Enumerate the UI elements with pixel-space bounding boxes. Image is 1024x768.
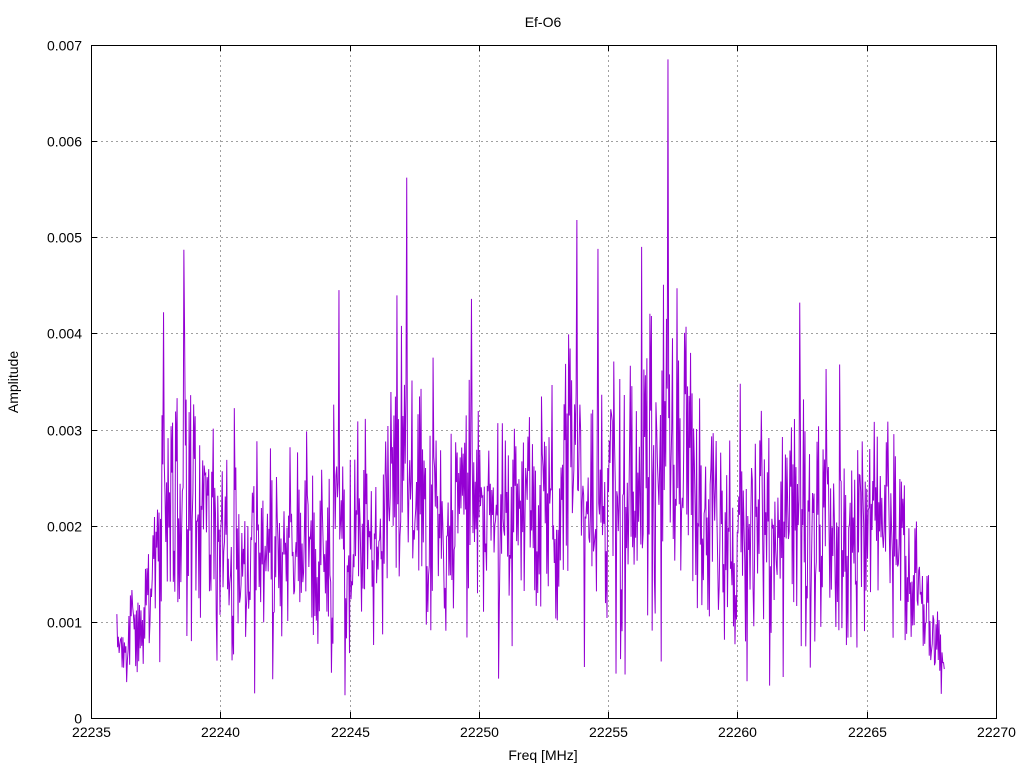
series-line [116,59,945,696]
x-axis-label: Freq [MHz] [508,747,577,763]
y-tick-label: 0.006 [47,134,82,150]
x-tick-label: 22245 [331,724,370,740]
amplitude-chart: 22235 22240 22245 22250 22255 22260 22265 22270… [5,14,1016,763]
y-tick-label: 0.001 [47,615,82,631]
x-tick-label: 22265 [848,724,887,740]
y-tick-label: 0.005 [47,230,82,246]
x-tick-label: 22270 [977,724,1016,740]
y-tick-label: 0.003 [47,423,82,439]
ticks: 22235 22240 22245 22250 22255 22260 22265 22270… [47,38,1016,741]
plot-frame [91,45,997,719]
chart-title: Ef-O6 [525,14,562,30]
y-tick-label: 0.007 [47,38,82,54]
x-tick-label: 22240 [201,724,240,740]
grid [91,45,996,718]
x-tick-label: 22260 [718,724,757,740]
y-axis-label: Amplitude [5,351,21,413]
x-tick-label: 22250 [460,724,499,740]
y-tick-label: 0.004 [47,326,82,342]
y-tick-label: 0 [74,711,82,727]
y-tick-label: 0.002 [47,519,82,535]
plot-area [116,59,945,696]
x-tick-label: 22255 [589,724,628,740]
